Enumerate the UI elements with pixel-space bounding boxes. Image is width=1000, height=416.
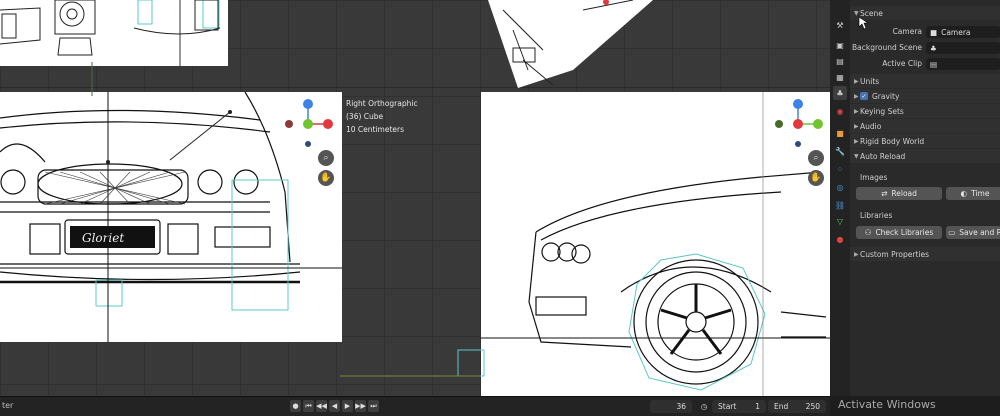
audio-title: Audio bbox=[860, 121, 882, 131]
images-section-label: Images bbox=[860, 172, 888, 182]
mouse-cursor-icon bbox=[858, 16, 868, 30]
scene-icon[interactable]: ♣ bbox=[833, 86, 847, 100]
start-value: 1 bbox=[755, 402, 760, 411]
clock-icon[interactable]: ◷ bbox=[698, 400, 710, 413]
collapse-arrow-icon: ▶ bbox=[854, 92, 859, 100]
world-icon[interactable]: ◉ bbox=[833, 104, 847, 118]
navigation-gizmo-left[interactable] bbox=[280, 96, 340, 156]
scene-panel-header[interactable]: ▼ Scene bbox=[850, 6, 1000, 20]
output-icon[interactable]: ▤ bbox=[833, 54, 847, 68]
time-label: Time bbox=[971, 189, 990, 198]
y-axis-line bbox=[91, 62, 93, 96]
check-libraries-button[interactable]: ⚇ Check Libraries bbox=[856, 226, 942, 239]
libraries-section-label: Libraries bbox=[860, 210, 893, 220]
zoom-icon[interactable]: ⌕ bbox=[318, 150, 334, 166]
gravity-panel-header[interactable]: ▶ ✓ Gravity bbox=[850, 89, 1000, 103]
units-title: Units bbox=[860, 76, 880, 86]
save-icon: ▭ bbox=[948, 228, 956, 237]
auto-reload-panel-header[interactable]: ▼ Auto Reload bbox=[850, 149, 1000, 163]
reload-icon: ⇄ bbox=[881, 189, 888, 198]
check-libraries-label: Check Libraries bbox=[875, 228, 934, 237]
navigation-gizmo-right[interactable] bbox=[770, 96, 830, 156]
expand-arrow-icon: ▼ bbox=[854, 152, 859, 160]
check-libraries-icon: ⚇ bbox=[864, 228, 872, 237]
keying-sets-title: Keying Sets bbox=[860, 106, 904, 116]
collapse-arrow-icon: ▶ bbox=[854, 77, 859, 85]
next-keyframe-icon[interactable]: ▶▶ bbox=[355, 400, 366, 412]
activate-windows-watermark: Activate Windows bbox=[838, 398, 936, 411]
end-value: 250 bbox=[805, 402, 820, 411]
start-label: Start bbox=[718, 402, 737, 411]
viewport-info: Right Orthographic (36) Cube 10 Centimet… bbox=[346, 97, 418, 136]
object-data-icon[interactable]: ▽ bbox=[833, 214, 847, 228]
viewport-split bbox=[0, 87, 830, 88]
jump-end-icon[interactable]: ⏭ bbox=[368, 400, 379, 412]
timeline-menu-label[interactable]: ter bbox=[2, 401, 13, 410]
camera-value: Camera bbox=[941, 27, 971, 37]
collapse-arrow-icon: ▶ bbox=[854, 107, 859, 115]
camera-label: Camera bbox=[892, 27, 922, 36]
audio-panel-header[interactable]: ▶ Audio bbox=[850, 119, 1000, 133]
camera-field[interactable]: ■ Camera bbox=[926, 26, 1000, 38]
save-and-reload-button[interactable]: ▭ Save and R bbox=[946, 226, 1000, 239]
reload-label: Reload bbox=[891, 189, 917, 198]
background-scene-field[interactable]: ♣ bbox=[926, 42, 1000, 54]
reload-button[interactable]: ⇄ Reload bbox=[856, 187, 942, 200]
particles-icon[interactable]: ⁘ bbox=[833, 162, 847, 176]
background-scene-label: Background Scene bbox=[852, 43, 922, 52]
view-name: Right Orthographic bbox=[346, 99, 418, 108]
collapse-arrow-icon: ▶ bbox=[854, 137, 859, 145]
collapse-arrow-icon: ▶ bbox=[854, 122, 859, 130]
pan-hand-icon[interactable]: ✋ bbox=[318, 170, 334, 186]
view-layer-icon[interactable]: ▦ bbox=[833, 70, 847, 84]
jump-start-icon[interactable]: ⏮ bbox=[303, 400, 314, 412]
grille-badge-text: Gloriet bbox=[82, 231, 124, 245]
active-clip-label: Active Clip bbox=[882, 59, 922, 68]
gravity-checkbox[interactable]: ✓ bbox=[860, 92, 868, 100]
end-label: End bbox=[774, 402, 789, 411]
units-panel-header[interactable]: ▶ Units bbox=[850, 74, 1000, 88]
material-icon[interactable]: ● bbox=[833, 232, 847, 246]
playback-controls: ● ⏮ ◀◀ ◀ ▶ ▶▶ ⏭ bbox=[290, 400, 379, 412]
constraints-icon[interactable]: ⛓ bbox=[833, 198, 847, 212]
auto-reload-title: Auto Reload bbox=[860, 151, 906, 161]
modifier-wrench-icon[interactable]: 🔧 bbox=[833, 144, 847, 158]
active-clip-field[interactable]: ▤ bbox=[926, 58, 1000, 70]
camera-object-icon: ■ bbox=[930, 27, 938, 37]
3d-viewport[interactable]: Gloriet Right Orthographic (36) Cube 10 … bbox=[0, 0, 830, 396]
time-button[interactable]: ◐ Time bbox=[946, 187, 1000, 200]
current-frame-field[interactable]: 36 bbox=[650, 400, 692, 413]
play-reverse-icon[interactable]: ◀ bbox=[329, 400, 340, 412]
play-icon[interactable]: ▶ bbox=[342, 400, 353, 412]
time-icon: ◐ bbox=[960, 189, 968, 198]
scene-data-icon: ♣ bbox=[930, 43, 937, 53]
pan-hand-icon-right[interactable]: ✋ bbox=[808, 170, 824, 186]
custom-properties-panel-header[interactable]: ▶ Custom Properties bbox=[850, 247, 1000, 261]
custom-properties-title: Custom Properties bbox=[860, 249, 930, 259]
properties-editor: ▼ Scene Camera ■ Camera Background Scene… bbox=[850, 0, 1000, 396]
keying-sets-panel-header[interactable]: ▶ Keying Sets bbox=[850, 104, 1000, 118]
gravity-title: Gravity bbox=[872, 91, 900, 101]
render-icon[interactable]: ▣ bbox=[833, 38, 847, 52]
object-icon[interactable]: ■ bbox=[833, 126, 847, 140]
record-icon[interactable]: ● bbox=[290, 400, 301, 412]
reference-image-top bbox=[0, 0, 228, 66]
grid-scale: 10 Centimeters bbox=[346, 125, 405, 134]
collapse-arrow-icon: ▶ bbox=[854, 250, 859, 258]
timeline-bar[interactable]: ter ● ⏮ ◀◀ ◀ ▶ ▶▶ ⏭ 36 ◷ Start 1 End 250 bbox=[0, 396, 830, 416]
tool-icon[interactable]: ⚒ bbox=[833, 18, 847, 32]
rigid-body-title: Rigid Body World bbox=[860, 136, 925, 146]
rigid-body-panel-header[interactable]: ▶ Rigid Body World bbox=[850, 134, 1000, 148]
zoom-icon-right[interactable]: ⌕ bbox=[808, 150, 824, 166]
save-and-reload-label: Save and R bbox=[959, 228, 1000, 237]
active-object: (36) Cube bbox=[346, 112, 384, 121]
x-axis-line bbox=[340, 375, 480, 377]
physics-icon[interactable]: ◎ bbox=[833, 180, 847, 194]
reference-image-rotated bbox=[483, 0, 663, 92]
prev-keyframe-icon[interactable]: ◀◀ bbox=[316, 400, 327, 412]
end-frame-field[interactable]: End 250 bbox=[768, 400, 826, 413]
start-frame-field[interactable]: Start 1 bbox=[712, 400, 766, 413]
properties-tab-column: ⚒ ▣ ▤ ▦ ♣ ◉ ■ 🔧 ⁘ ◎ ⛓ ▽ ● bbox=[830, 0, 850, 396]
clip-icon: ▤ bbox=[930, 59, 938, 69]
